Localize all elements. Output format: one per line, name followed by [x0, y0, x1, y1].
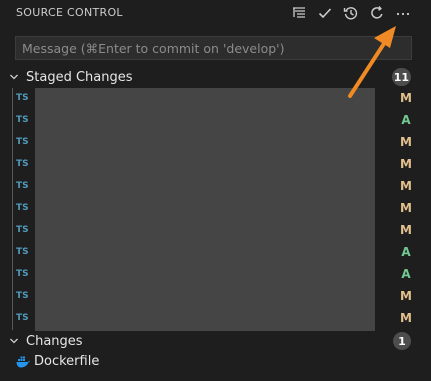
typescript-icon: TS — [16, 115, 29, 125]
docker-icon — [16, 356, 30, 368]
refresh-button[interactable] — [367, 3, 387, 23]
status-badge: M — [400, 223, 412, 237]
tree-guide — [12, 264, 13, 286]
header-toolbar — [289, 3, 413, 23]
view-as-tree-icon — [293, 7, 305, 18]
typescript-icon: TS — [16, 159, 29, 169]
typescript-icon: TS — [16, 225, 29, 235]
changes-count-badge: 1 — [393, 332, 411, 350]
status-badge: M — [400, 201, 412, 215]
refresh-icon — [371, 6, 383, 19]
tree-guide — [12, 220, 13, 242]
typescript-icon: TS — [16, 247, 29, 257]
tree-guide — [12, 110, 13, 132]
status-badge: M — [400, 311, 412, 325]
status-badge: M — [400, 179, 412, 193]
panel-title: SOURCE CONTROL — [16, 6, 123, 19]
status-badge: M — [400, 135, 412, 149]
file-name: Dockerfile — [34, 354, 100, 369]
tree-guide — [12, 242, 13, 264]
typescript-icon: TS — [16, 93, 29, 103]
chevron-down-icon — [10, 74, 18, 80]
tree-guide — [12, 286, 13, 308]
commit-message-input[interactable]: Message (⌘Enter to commit on 'develop') — [15, 36, 412, 60]
tree-guide — [12, 198, 13, 220]
status-badge: A — [401, 113, 411, 127]
staged-changes-label: Staged Changes — [26, 69, 133, 85]
staged-count-badge: 11 — [391, 68, 411, 86]
chevron-down-icon — [10, 338, 18, 344]
view-as-tree-button[interactable] — [289, 3, 309, 23]
status-badge: A — [401, 267, 411, 281]
panel-header: SOURCE CONTROL — [0, 0, 431, 26]
tree-guide — [12, 154, 13, 176]
tree-guide — [12, 132, 13, 154]
more-actions-button[interactable] — [393, 3, 413, 23]
typescript-icon: TS — [16, 313, 29, 323]
tree-guide — [12, 176, 13, 198]
status-badge: M — [400, 157, 412, 171]
typescript-icon: TS — [16, 291, 29, 301]
history-button[interactable] — [341, 3, 361, 23]
typescript-icon: TS — [16, 181, 29, 191]
typescript-icon: TS — [16, 203, 29, 213]
changes-file-row[interactable]: Dockerfile — [0, 352, 431, 374]
commit-message-placeholder: Message (⌘Enter to commit on 'develop') — [22, 40, 285, 56]
status-badge: M — [400, 91, 412, 105]
changes-label: Changes — [26, 333, 83, 349]
status-badge: M — [400, 289, 412, 303]
more-actions-icon — [396, 12, 410, 16]
changes-group[interactable]: Changes 1 — [0, 331, 431, 351]
typescript-icon: TS — [16, 269, 29, 279]
redacted-file-names — [35, 88, 375, 331]
status-badge: A — [401, 245, 411, 259]
history-icon — [343, 7, 358, 20]
typescript-icon: TS — [16, 137, 29, 147]
commit-check-icon — [318, 8, 332, 19]
commit-button[interactable] — [315, 3, 335, 23]
tree-guide — [12, 308, 13, 330]
staged-changes-group[interactable]: Staged Changes 11 — [0, 67, 431, 87]
tree-guide — [12, 88, 13, 110]
